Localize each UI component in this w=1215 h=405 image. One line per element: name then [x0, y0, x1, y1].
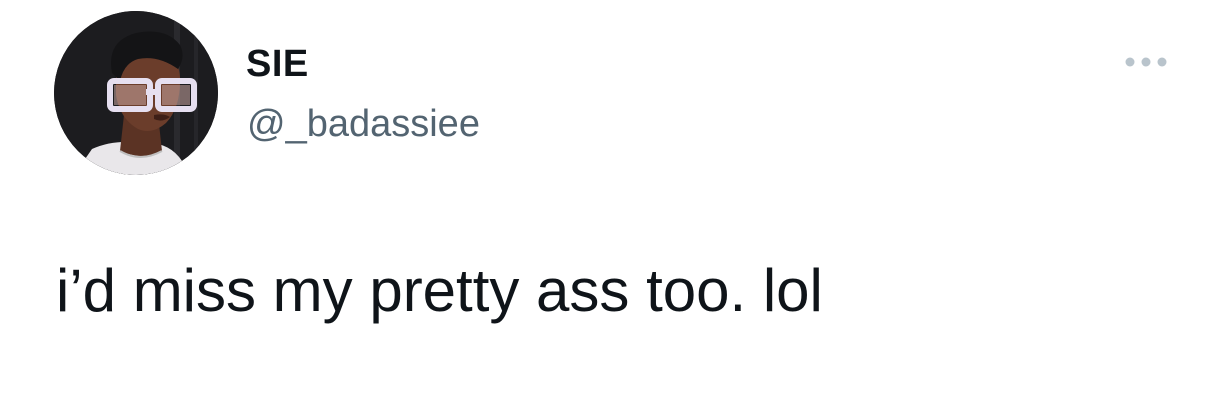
- profile-photo-icon: [54, 11, 218, 175]
- display-name[interactable]: SIE: [246, 42, 309, 86]
- username-handle[interactable]: @_badassiee: [247, 102, 480, 146]
- tweet-card: SIE @_badassiee i’d miss my pretty ass t…: [0, 0, 1215, 405]
- avatar[interactable]: [54, 11, 218, 175]
- more-options-button[interactable]: [1120, 48, 1172, 76]
- tweet-text: i’d miss my pretty ass too. lol: [56, 257, 823, 324]
- more-options-icon: [1125, 57, 1167, 67]
